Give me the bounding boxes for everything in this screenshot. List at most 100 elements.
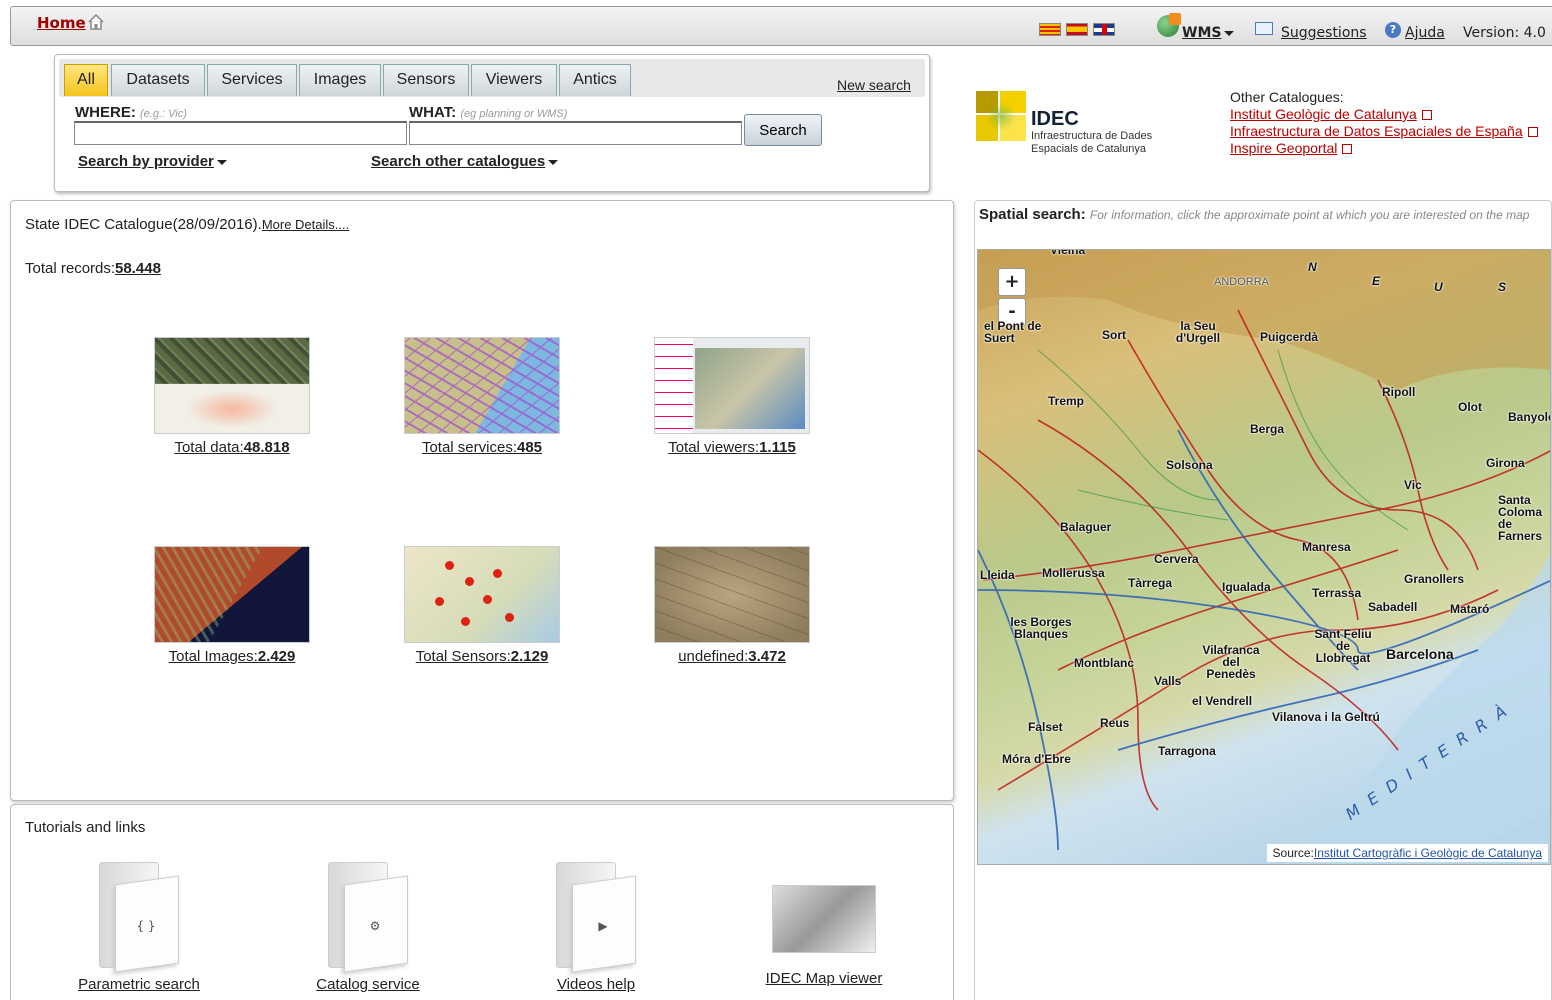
other-catalogue-link[interactable]: Institut Geològic de Catalunya	[1230, 106, 1538, 123]
map-place-label: Lleida	[980, 568, 1015, 582]
map-panel: Spatial search: For information, click t…	[974, 200, 1552, 1000]
help-link[interactable]: Ajuda	[1405, 25, 1445, 41]
tile-caption[interactable]: Total data:48.818	[122, 439, 342, 456]
folder-icon[interactable]: { }	[99, 860, 179, 973]
chevron-down-icon	[216, 159, 227, 165]
search-panel: All Datasets Services Images Sensors Vie…	[54, 54, 930, 192]
map-place-label: Girona	[1486, 456, 1525, 470]
map-viewer-thumbnail[interactable]	[772, 885, 876, 953]
search-button[interactable]: Search	[744, 114, 822, 146]
idec-logo-icon	[976, 91, 1026, 141]
more-details-link[interactable]: More Details....	[262, 217, 349, 232]
source-link[interactable]: Institut Cartogràfic i Geològic de Catal…	[1314, 846, 1542, 860]
chevron-down-icon	[548, 159, 559, 165]
map-place-label: Falset	[1028, 720, 1063, 734]
map-place-label: Vilanova i la Geltrú	[1272, 710, 1380, 724]
tutorial-link[interactable]: Catalog service	[283, 976, 453, 993]
top-bar: Home WMS Suggestions ? Ajuda Version: 4.…	[10, 6, 1552, 46]
help-icon[interactable]: ?	[1385, 22, 1401, 38]
map-place-label: Manresa	[1302, 540, 1351, 554]
tile-undefined[interactable]: undefined:3.472	[622, 546, 842, 665]
map-place-label: Vielha	[1050, 249, 1086, 257]
suggestions-link[interactable]: Suggestions	[1281, 25, 1367, 41]
tab-images[interactable]: Images	[299, 64, 381, 96]
map-place-label: Tarragona	[1158, 744, 1216, 758]
tutorials-title: Tutorials and links	[25, 819, 146, 836]
map-place-label: Igualada	[1222, 580, 1271, 594]
tutorial-link[interactable]: Videos help	[511, 976, 681, 993]
compass-label: S	[1498, 280, 1507, 294]
map-place-label: el Vendrell	[1192, 694, 1253, 708]
catalan-flag-icon[interactable]	[1039, 23, 1061, 36]
tab-sensors[interactable]: Sensors	[383, 64, 469, 96]
map-place-label: Móra d'Ebre	[1002, 752, 1071, 766]
tile-caption[interactable]: Total services:485	[372, 439, 592, 456]
tile-total-data[interactable]: Total data:48.818	[122, 337, 342, 456]
spatial-search-header: Spatial search: For information, click t…	[979, 206, 1530, 223]
services-thumbnail[interactable]	[404, 337, 560, 434]
external-link-icon	[1342, 144, 1353, 155]
total-records-value[interactable]: 58.448	[115, 260, 161, 277]
home-link[interactable]: Home	[37, 14, 86, 32]
what-input[interactable]	[409, 121, 742, 145]
map-place-label: Cervera	[1154, 552, 1199, 566]
tile-total-services[interactable]: Total services:485	[372, 337, 592, 456]
what-label: WHAT: (eg planning or WMS)	[409, 104, 568, 121]
map-place-label: Banyoles	[1508, 410, 1550, 424]
catalogue-panel: State IDEC Catalogue(28/09/2016).More De…	[10, 200, 954, 801]
images-thumbnail[interactable]	[154, 546, 310, 643]
tab-antics[interactable]: Antics	[559, 64, 631, 96]
logo-subtitle: Infraestructura de Dades Espacials de Ca…	[1031, 130, 1153, 155]
viewers-thumbnail[interactable]	[654, 337, 810, 434]
where-input[interactable]	[74, 121, 407, 145]
tile-total-sensors[interactable]: Total Sensors:2.129	[372, 546, 592, 665]
english-flag-icon[interactable]	[1093, 23, 1115, 36]
spanish-flag-icon[interactable]	[1066, 23, 1088, 36]
tile-caption[interactable]: Total Sensors:2.129	[372, 648, 592, 665]
search-other-catalogues-menu[interactable]: Search other catalogues	[371, 153, 559, 170]
tutorial-catalog-service[interactable]: ⚙ Catalog service	[283, 860, 453, 993]
tile-caption[interactable]: Total Images:2.429	[122, 648, 342, 665]
tab-viewers[interactable]: Viewers	[471, 64, 557, 96]
external-link-icon	[1527, 127, 1538, 138]
folder-icon[interactable]: ▶	[556, 860, 636, 973]
zoom-in-button[interactable]: +	[998, 268, 1026, 296]
antique-map-thumbnail[interactable]	[654, 546, 810, 643]
version-label: Version: 4.0	[1463, 25, 1546, 41]
sensors-thumbnail[interactable]	[404, 546, 560, 643]
map-place-label: Puigcerdà	[1260, 330, 1319, 344]
tab-all[interactable]: All	[64, 64, 108, 96]
map-place-label: Tàrrega	[1128, 576, 1173, 590]
tutorial-link[interactable]: Parametric search	[54, 976, 224, 993]
tile-caption[interactable]: Total viewers:1.115	[622, 439, 842, 456]
new-search-link[interactable]: New search	[837, 77, 911, 93]
folder-icon[interactable]: ⚙	[328, 860, 408, 973]
mail-icon[interactable]	[1255, 22, 1273, 35]
tile-caption[interactable]: undefined:3.472	[622, 648, 842, 665]
tab-datasets[interactable]: Datasets	[111, 64, 205, 96]
map-place-label: les Borges Blanques	[1010, 615, 1072, 641]
other-catalogue-link[interactable]: Inspire Geoportal	[1230, 140, 1538, 157]
external-link-icon	[1421, 110, 1432, 121]
wms-menu[interactable]: WMS	[1182, 25, 1235, 41]
sensor-marker	[461, 617, 470, 626]
tutorial-idec-map-viewer[interactable]: IDEC Map viewer	[739, 860, 909, 987]
tutorial-link[interactable]: IDEC Map viewer	[739, 970, 909, 987]
tutorial-parametric-search[interactable]: { } Parametric search	[54, 860, 224, 993]
map-place-label: Mataró	[1450, 602, 1490, 616]
search-by-provider-menu[interactable]: Search by provider	[78, 153, 227, 170]
tile-total-viewers[interactable]: Total viewers:1.115	[622, 337, 842, 456]
tutorial-videos-help[interactable]: ▶ Videos help	[511, 860, 681, 993]
where-label: WHERE: (e.g.: Vic)	[75, 104, 187, 121]
other-catalogue-link[interactable]: Infraestructura de Datos Espaciales de E…	[1230, 123, 1538, 140]
map-place-label: Reus	[1100, 716, 1130, 730]
map-canvas[interactable]: + - Vielha ANDORRA el Pont de Suert Sort…	[977, 249, 1551, 865]
tile-total-images[interactable]: Total Images:2.429	[122, 546, 342, 665]
map-place-label: Sant Feliu de Llobregat	[1314, 627, 1372, 665]
search-tabs: All Datasets Services Images Sensors Vie…	[59, 59, 925, 97]
home-icon[interactable]	[87, 13, 105, 31]
map-place-label: Mollerussa	[1042, 566, 1105, 580]
map-place-label: Sabadell	[1368, 600, 1418, 614]
data-thumbnail[interactable]	[154, 337, 310, 434]
tab-services[interactable]: Services	[207, 64, 297, 96]
